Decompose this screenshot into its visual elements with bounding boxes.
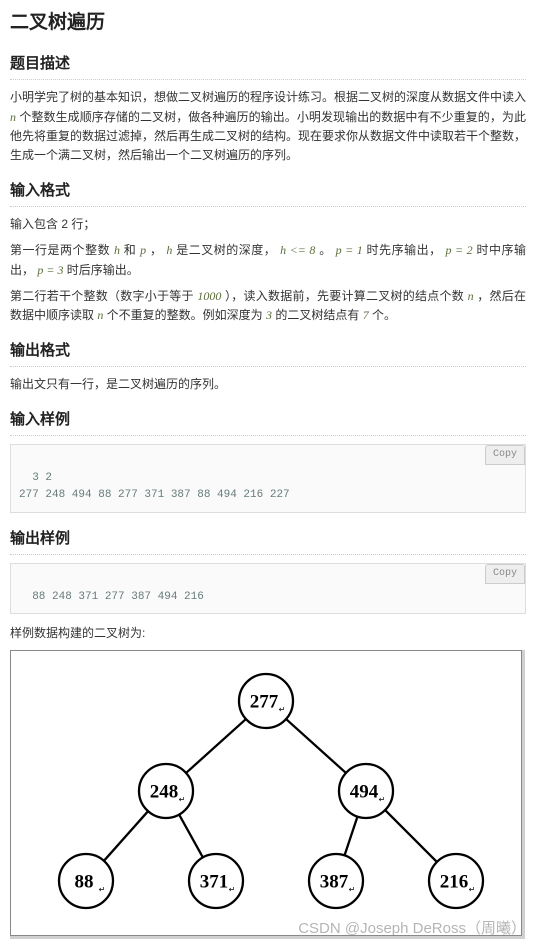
section-output-h: 输出格式 (10, 339, 526, 367)
svg-text:216: 216 (440, 872, 469, 893)
section-input-h: 输入格式 (10, 179, 526, 207)
svg-text:371: 371 (200, 872, 229, 893)
svg-text:↵: ↵ (349, 885, 356, 894)
section-samp-out-h: 输出样例 (10, 527, 526, 555)
sample-output-code: Copy88 248 371 277 387 494 216 (10, 563, 526, 614)
svg-text:248: 248 (150, 782, 179, 803)
tree-note: 样例数据构建的二叉树为: (10, 624, 526, 643)
svg-text:↵: ↵ (379, 795, 386, 804)
section-samp-in-h: 输入样例 (10, 408, 526, 436)
svg-text:↵: ↵ (469, 885, 476, 894)
desc-p1: 小明学完了树的基本知识，想做二叉树遍历的程序设计练习。根据二叉树的深度从数据文件… (10, 88, 526, 165)
svg-text:277: 277 (250, 692, 279, 713)
svg-text:387: 387 (320, 872, 349, 893)
copy-button[interactable]: Copy (485, 564, 525, 584)
in-p2: 第一行是两个整数 h 和 p ， h 是二叉树的深度， h <= 8 。 p =… (10, 241, 526, 279)
svg-text:↵: ↵ (179, 795, 186, 804)
in-p3: 第二行若干个整数（数字小于等于 1000 ），读入数据前，先要计算二叉树的结点个… (10, 287, 526, 325)
out-p1: 输出文只有一行，是二叉树遍历的序列。 (10, 375, 526, 394)
tree-diagram: 277↵248↵494↵88↵371↵387↵216↵ (16, 661, 516, 916)
svg-text:88: 88 (75, 872, 94, 893)
copy-button[interactable]: Copy (485, 445, 525, 465)
in-p1: 输入包含 2 行； (10, 215, 526, 234)
tree-diagram-wrap: 277↵248↵494↵88↵371↵387↵216↵ (10, 650, 525, 939)
watermark: CSDN @Joseph DeRoss（周曦） (10, 917, 526, 941)
page-title: 二叉树遍历 (10, 8, 526, 38)
svg-text:494: 494 (350, 782, 379, 803)
svg-text:↵: ↵ (99, 885, 106, 894)
svg-text:↵: ↵ (229, 885, 236, 894)
sample-input-code: Copy3 2 277 248 494 88 277 371 387 88 49… (10, 444, 526, 513)
svg-text:↵: ↵ (279, 705, 286, 714)
section-desc-h: 题目描述 (10, 52, 526, 80)
